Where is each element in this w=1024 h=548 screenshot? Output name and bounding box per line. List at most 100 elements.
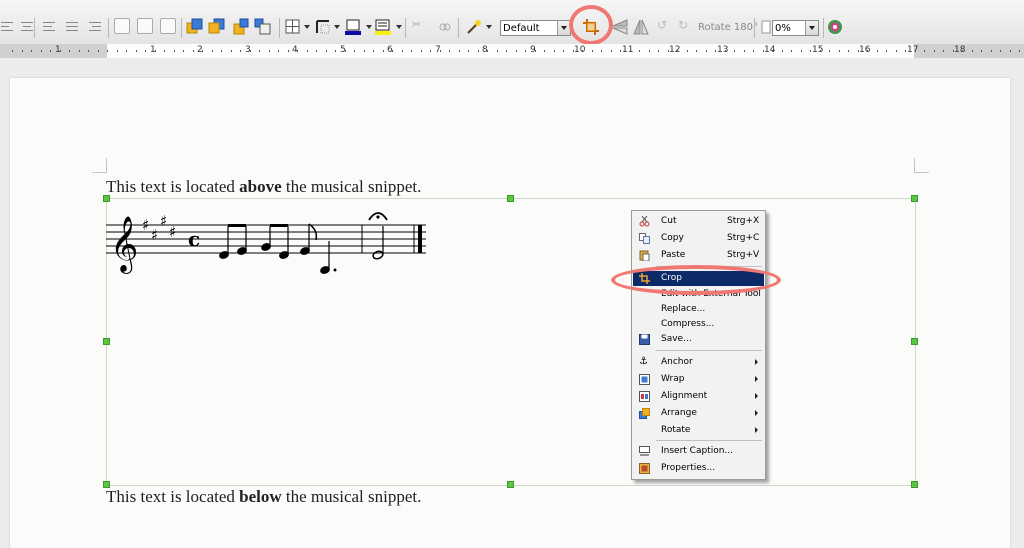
ruler-tick	[753, 50, 754, 52]
line-style-icon[interactable]	[374, 18, 392, 36]
ruler-tick	[668, 50, 669, 52]
bring-to-front-icon[interactable]	[186, 18, 204, 36]
resize-handle[interactable]	[911, 338, 918, 345]
toolbar-separator	[823, 18, 824, 38]
transparency-spin[interactable]	[805, 21, 818, 35]
resize-handle[interactable]	[911, 481, 918, 488]
svg-text:♯: ♯	[169, 223, 176, 241]
menu-item-arrange[interactable]: Arrange	[633, 406, 764, 421]
align-right-text-icon[interactable]	[86, 18, 104, 36]
ruler-tick	[554, 50, 555, 52]
ruler-tick	[430, 50, 431, 52]
ruler-tick	[972, 50, 973, 52]
resize-handle[interactable]	[507, 481, 514, 488]
align-left-text-icon[interactable]	[40, 18, 58, 36]
ruler-tick	[468, 50, 469, 52]
ruler-number: 16	[859, 45, 871, 55]
send-to-back-icon[interactable]	[208, 18, 226, 36]
ruler-tick	[516, 50, 517, 52]
menu-item-insert-caption[interactable]: Insert Caption...	[633, 444, 764, 459]
menu-item-anchor[interactable]: ⚓ Anchor	[633, 355, 764, 370]
border-color-dropdown-arrow[interactable]	[366, 25, 372, 29]
menu-item-paste[interactable]: Paste Strg+V	[633, 248, 764, 263]
ruler-tick	[582, 50, 583, 52]
rotate-right-icon[interactable]: ↻	[678, 18, 696, 36]
ruler-active-area	[107, 44, 914, 58]
style-combo[interactable]: Default	[500, 20, 571, 36]
align-center-text-icon[interactable]	[63, 18, 81, 36]
wand-dropdown-arrow[interactable]	[486, 25, 492, 29]
paragraph-below[interactable]: This text is located below the musical s…	[106, 487, 421, 507]
paragraph-above[interactable]: This text is located above the musical s…	[106, 177, 421, 197]
menu-item-label: Replace...	[661, 304, 706, 314]
ruler-tick	[193, 50, 194, 52]
ruler-tick	[231, 50, 232, 52]
rotate-180-label[interactable]: Rotate 180°	[698, 22, 758, 33]
menu-item-label: Properties...	[661, 463, 716, 473]
flip-vertical-icon[interactable]	[611, 18, 629, 36]
rotate-left-icon[interactable]: ↺	[657, 18, 675, 36]
paragraph-text: the musical snippet.	[281, 177, 422, 196]
menu-item-properties[interactable]: Properties...	[633, 461, 764, 476]
scissors-icon	[639, 215, 650, 227]
ruler-number: 17	[907, 45, 919, 55]
wrap-icon[interactable]	[284, 18, 302, 36]
resize-handle[interactable]	[911, 195, 918, 202]
line-style-dropdown-arrow[interactable]	[396, 25, 402, 29]
anchor-middle-icon[interactable]	[137, 18, 153, 34]
ruler-tick	[848, 50, 849, 52]
ruler-tick	[877, 50, 878, 52]
insert-frame-icon[interactable]: ✂	[412, 18, 430, 36]
ruler-tick	[820, 50, 821, 52]
menu-item-rotate[interactable]: Rotate	[633, 423, 764, 438]
ruler-tick	[98, 50, 99, 52]
ruler-tick	[620, 50, 621, 52]
ruler-tick	[506, 50, 507, 52]
link-frame-icon[interactable]	[436, 18, 454, 36]
borders-dropdown-arrow[interactable]	[334, 25, 340, 29]
magic-wand-icon[interactable]	[465, 18, 483, 36]
ruler-tick	[544, 50, 545, 52]
menu-item-label: Arrange	[661, 408, 697, 418]
border-color-icon[interactable]	[344, 18, 362, 36]
menu-item-save[interactable]: Save...	[633, 332, 764, 347]
ruler-tick	[744, 50, 745, 52]
ruler-tick	[535, 50, 536, 52]
menu-item-label: Paste	[661, 250, 686, 260]
resize-handle[interactable]	[507, 195, 514, 202]
anchor-top-icon[interactable]	[114, 18, 130, 34]
paragraph-text: the musical snippet.	[281, 487, 422, 506]
toolbar-separator	[458, 18, 459, 38]
svg-text:c: c	[188, 227, 200, 251]
ruler-tick	[592, 50, 593, 52]
menu-item-wrap[interactable]: Wrap	[633, 372, 764, 387]
wrap-dropdown-arrow[interactable]	[304, 25, 310, 29]
ruler-tick	[772, 50, 773, 52]
menu-item-cut[interactable]: Cut Strg+X	[633, 214, 764, 229]
send-backward-icon[interactable]	[254, 18, 272, 36]
ruler-number: 10	[574, 45, 586, 55]
flip-horizontal-icon[interactable]	[632, 18, 650, 36]
menu-item-alignment[interactable]: Alignment	[633, 389, 764, 404]
ruler-tick	[677, 50, 678, 52]
menu-item-replace[interactable]: Replace...	[633, 302, 764, 317]
menu-item-copy[interactable]: Copy Strg+C	[633, 231, 764, 246]
horizontal-ruler[interactable]: 1 1 2 3 4 5 6 7 8 9 10 11 12 13 14 15 16…	[0, 44, 1024, 58]
ruler-tick	[50, 50, 51, 52]
transparency-field[interactable]: 0%	[772, 20, 819, 36]
ruler-number: 12	[669, 45, 681, 55]
resize-handle[interactable]	[103, 195, 110, 202]
graphics-mode-icon[interactable]	[826, 18, 844, 36]
align-left-icon[interactable]	[0, 18, 16, 36]
ruler-number: 13	[717, 45, 729, 55]
image-toolbar: ✂ Default ↺ ↻ Rotate 180° 0%	[0, 0, 1024, 45]
ruler-tick	[335, 50, 336, 52]
ruler-tick	[611, 50, 612, 52]
resize-handle[interactable]	[103, 338, 110, 345]
bring-forward-icon[interactable]	[232, 18, 250, 36]
ruler-tick	[221, 50, 222, 52]
anchor-bottom-icon[interactable]	[160, 18, 176, 34]
menu-item-compress[interactable]: Compress...	[633, 317, 764, 332]
borders-icon[interactable]	[314, 18, 332, 36]
ruler-tick	[364, 50, 365, 52]
